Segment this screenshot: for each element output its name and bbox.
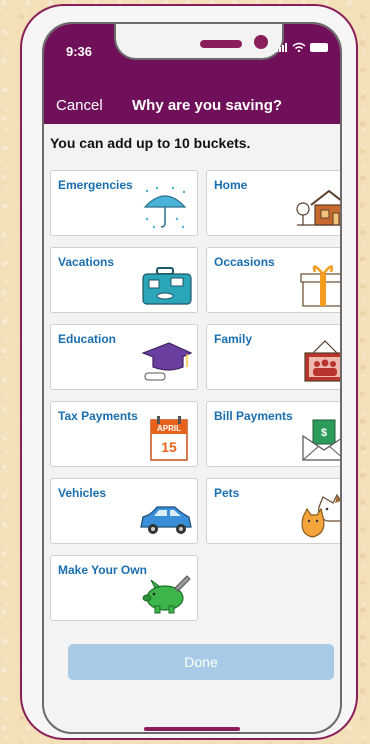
- bucket-home[interactable]: Home: [206, 170, 340, 236]
- bucket-emergencies[interactable]: Emergencies: [50, 170, 198, 236]
- bucket-label: Family: [214, 332, 253, 346]
- bucket-label: Vacations: [58, 255, 115, 269]
- calendar-month: APRIL: [157, 424, 181, 433]
- dollar-sign: $: [321, 427, 327, 439]
- bucket-pets[interactable]: Pets: [206, 478, 340, 544]
- bucket-occasions[interactable]: Occasions: [206, 247, 340, 313]
- bucket-family[interactable]: Family: [206, 324, 340, 390]
- signal-icon: [276, 43, 287, 52]
- status-bar: 9:36: [44, 24, 340, 88]
- bucket-tax-payments[interactable]: Tax Payments APRIL 15: [50, 401, 198, 467]
- page-title: Why are you saving?: [132, 97, 283, 114]
- house-icon: [296, 189, 340, 226]
- bucket-make-your-own[interactable]: Make Your Own: [50, 555, 198, 621]
- bucket-label: Education: [58, 332, 117, 346]
- battery-icon: [310, 42, 328, 52]
- gift-icon: [300, 265, 340, 307]
- nav-bar: Cancel Why are you saving?: [44, 88, 340, 124]
- home-indicator: [144, 727, 240, 731]
- graduation-cap-icon: [141, 342, 193, 381]
- intro-text: You can add up to 10 buckets.: [50, 135, 251, 151]
- envelope-dollar-icon: $: [302, 419, 340, 461]
- done-button[interactable]: Done: [68, 644, 334, 680]
- family-photo-icon: [304, 340, 340, 382]
- bucket-label: Emergencies: [58, 178, 133, 192]
- piggy-bank-icon: [142, 575, 191, 614]
- phone-screen: 9:36 Cancel Why are you saving? You can …: [42, 22, 342, 734]
- car-icon: [140, 506, 192, 534]
- suitcase-icon: [142, 267, 192, 305]
- umbrella-icon: [143, 186, 187, 229]
- bucket-label: Vehicles: [58, 486, 107, 500]
- bucket-label: Tax Payments: [58, 409, 138, 423]
- phone-frame: 9:36 Cancel Why are you saving? You can …: [20, 4, 358, 740]
- bucket-label: Bill Payments: [214, 409, 293, 423]
- status-icons: [276, 42, 328, 52]
- bucket-vacations[interactable]: Vacations: [50, 247, 198, 313]
- calendar-day: 15: [161, 439, 177, 455]
- phone-speaker: [200, 40, 242, 48]
- bucket-label: Occasions: [214, 255, 275, 269]
- pets-icon: [301, 493, 340, 538]
- bucket-label: Pets: [214, 486, 240, 500]
- wifi-icon: [292, 42, 306, 52]
- calendar-icon: APRIL 15: [150, 416, 188, 461]
- status-time: 9:36: [66, 44, 93, 59]
- bucket-label: Home: [214, 178, 248, 192]
- cancel-button[interactable]: Cancel: [56, 97, 103, 114]
- bucket-vehicles[interactable]: Vehicles: [50, 478, 198, 544]
- phone-camera: [254, 35, 268, 49]
- bucket-label: Make Your Own: [58, 563, 147, 577]
- bucket-education[interactable]: Education: [50, 324, 198, 390]
- bucket-bill-payments[interactable]: Bill Payments $: [206, 401, 340, 467]
